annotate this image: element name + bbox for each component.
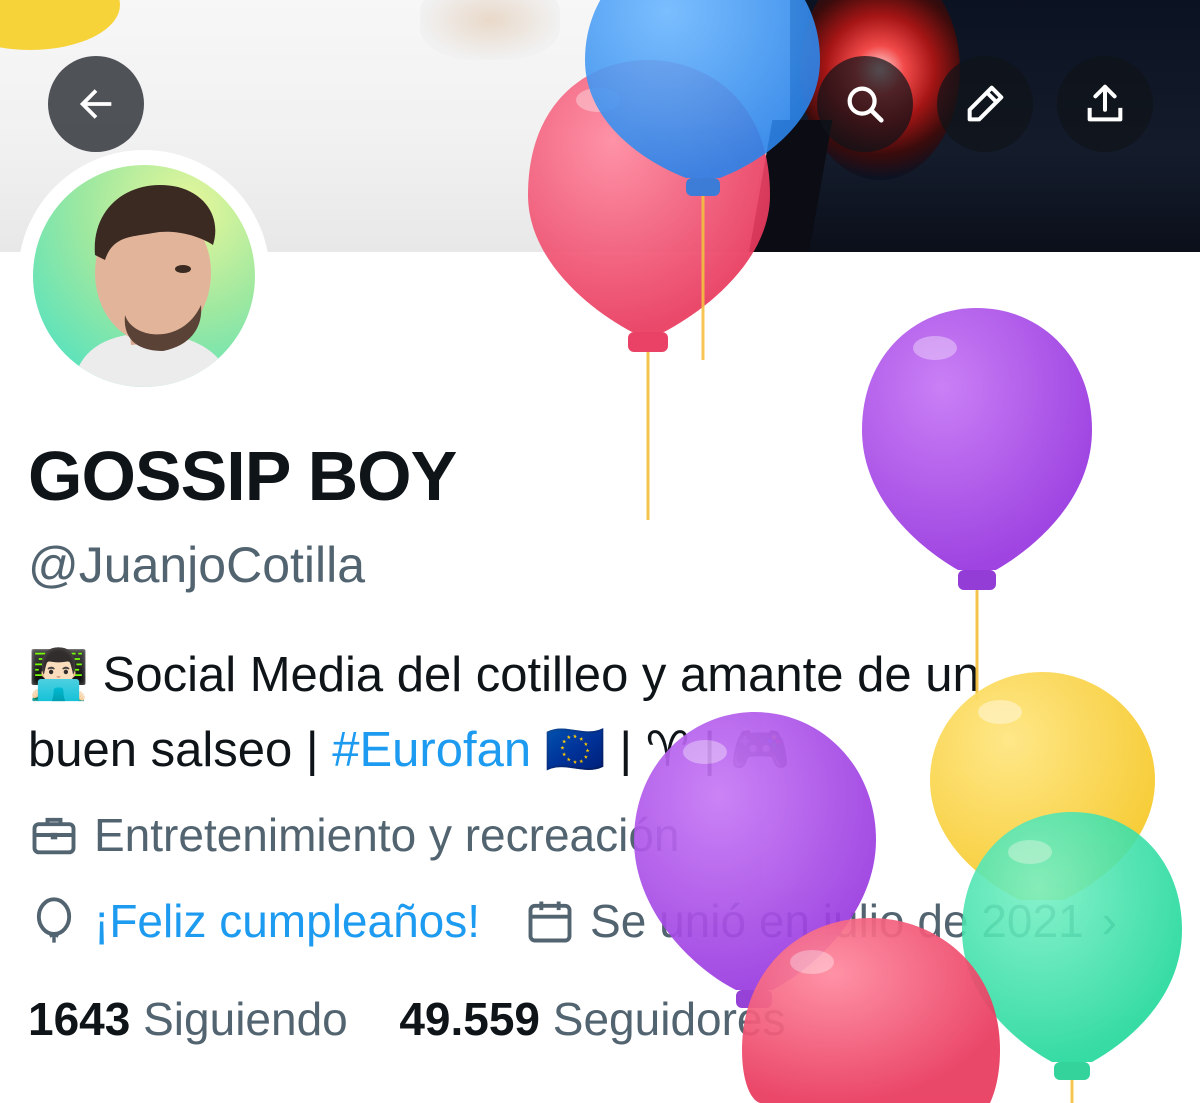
followers-count: 49.559 (399, 993, 541, 1045)
balloon-green (962, 812, 1182, 1103)
following-count: 1643 (28, 993, 131, 1045)
upload-icon (1087, 84, 1123, 122)
avatar[interactable] (33, 165, 255, 387)
profile-category: Entretenimiento y recreación (28, 808, 680, 862)
display-name: GOSSIP BOY (28, 437, 457, 515)
joined-date: Se unió en julio de 2021 (590, 895, 1084, 947)
back-button[interactable] (48, 56, 144, 152)
pencil-icon (967, 85, 1004, 122)
username-handle: @JuanjoCotilla (28, 537, 366, 593)
search-icon (847, 86, 884, 123)
share-button[interactable] (1057, 56, 1153, 152)
category-label: Entretenimiento y recreación (94, 809, 680, 861)
bio-text-line-2: buen salseo | (28, 723, 333, 777)
bio-tail-emoji: 🇪🇺 | ♈ | 🎮 (531, 723, 791, 777)
bio-text-line-1: Social Media del cotilleo y amante de un (102, 648, 980, 702)
chevron-right-icon[interactable]: › (1102, 894, 1117, 948)
technologist-emoji: 👨🏻‍💻 (28, 648, 90, 702)
calendar-icon (528, 901, 572, 943)
avatar-portrait (73, 184, 233, 387)
profile-meta: ¡Feliz cumpleaños! Se unió en julio de 2… (28, 894, 1117, 948)
edit-button[interactable] (937, 56, 1033, 152)
banner-decoration (0, 0, 120, 50)
banner-photo-detail (420, 0, 560, 60)
profile-bio: 👨🏻‍💻 Social Media del cotilleo y amante … (28, 638, 1168, 788)
briefcase-icon (32, 817, 76, 855)
hashtag-link[interactable]: #Eurofan (332, 723, 531, 777)
followers-link[interactable]: 49.559 Seguidores (399, 993, 785, 1045)
balloon-icon (36, 897, 72, 943)
arrow-left-icon (79, 89, 112, 119)
search-button[interactable] (817, 56, 913, 152)
following-link[interactable]: 1643 Siguiendo (28, 993, 348, 1045)
followers-label: Seguidores (552, 993, 786, 1045)
birthday-link[interactable]: ¡Feliz cumpleaños! (94, 894, 480, 948)
following-label: Siguiendo (143, 993, 348, 1045)
profile-stats: 1643 Siguiendo 49.559 Seguidores (28, 992, 786, 1046)
